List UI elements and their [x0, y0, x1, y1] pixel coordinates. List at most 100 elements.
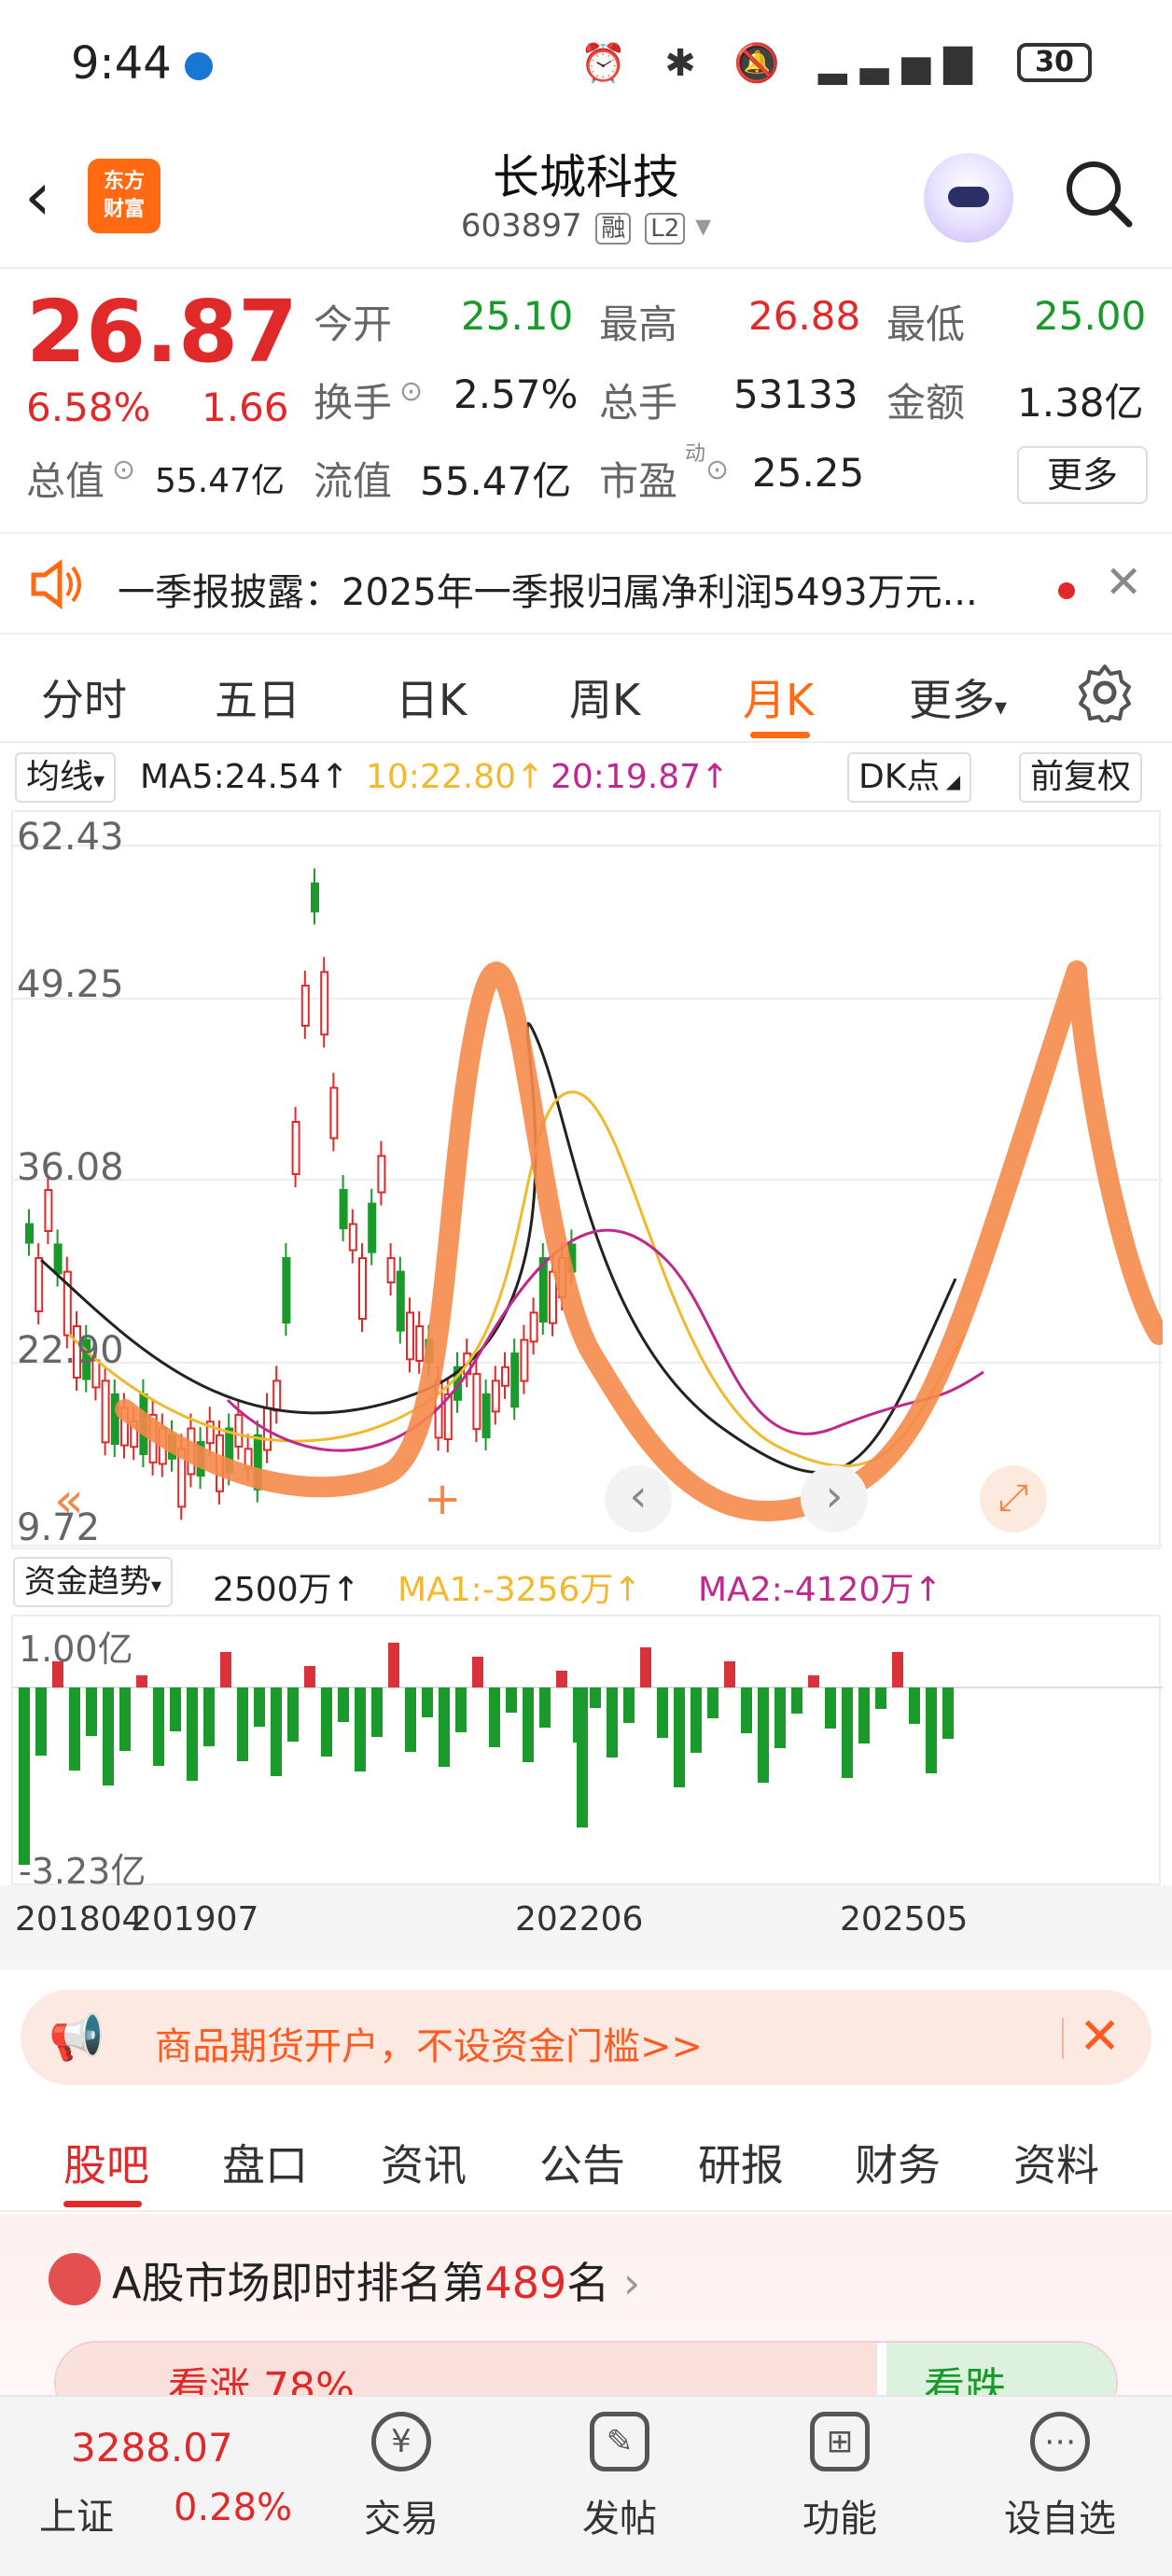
candle: [329, 1086, 339, 1140]
fund-bar: [19, 1687, 30, 1865]
fund-bar: [119, 1687, 131, 1751]
candle: [348, 1223, 357, 1252]
candle: [481, 1393, 491, 1438]
tab-more[interactable]: 更多▾: [909, 666, 1007, 728]
candle: [282, 1257, 291, 1323]
last-price: 26.87: [26, 282, 299, 382]
candlestick-chart[interactable]: 62.43 49.25 36.08 22.90 9.72 « + ‹ › ⤢: [11, 810, 1169, 1549]
info-icon[interactable]: ⊙: [112, 454, 135, 486]
market-rank-card[interactable]: A股市场即时排名第489名 › 看涨 78% 看跌: [0, 2214, 1172, 2425]
nav-watchlist[interactable]: ⋯ 设自选: [985, 2412, 1135, 2542]
notice-bar[interactable]: 一季报披露：2025年一季报归属净利润5493万元... ✕: [0, 532, 1172, 635]
info-icon[interactable]: ⊙: [705, 454, 729, 486]
fund-bar: [203, 1687, 215, 1746]
pe-value: 25.25: [752, 450, 865, 496]
index-percent[interactable]: 0.28%: [174, 2486, 292, 2529]
close-icon[interactable]: ✕: [1079, 2007, 1121, 2065]
candle: [386, 1257, 396, 1283]
fund-bar: [472, 1657, 483, 1687]
pe-label: 市盈: [599, 458, 678, 504]
grid-icon: ⊞: [810, 2412, 870, 2471]
ma10-value: 10:22.80↑: [366, 758, 545, 796]
bottom-nav: 3288.07 上证 0.28% ¥ 交易 ✎ 发帖 ⊞ 功能 ⋯ 设自选: [0, 2395, 1172, 2576]
tab-news[interactable]: 资讯: [381, 2132, 467, 2193]
float-value: 55.47亿: [420, 458, 572, 504]
robot-assistant-icon[interactable]: [924, 153, 1013, 243]
candle: [472, 1373, 481, 1431]
fund-bar: [926, 1687, 937, 1773]
gear-icon[interactable]: [1075, 663, 1135, 722]
tab-weekly-k[interactable]: 周K: [569, 666, 640, 728]
tab-intraday[interactable]: 分时: [41, 666, 127, 728]
fund-bar: [577, 1687, 588, 1827]
fund-bar: [422, 1687, 433, 1717]
next-icon[interactable]: ›: [801, 1465, 868, 1533]
crosshair-icon[interactable]: +: [424, 1473, 461, 1525]
dk-point-select[interactable]: DK点 ◢: [847, 752, 972, 803]
tab-research[interactable]: 研报: [698, 2132, 784, 2193]
amount-value: 1.38亿: [1017, 380, 1144, 426]
tab-profile[interactable]: 资料: [1013, 2132, 1099, 2193]
candle: [358, 1257, 367, 1320]
float-label: 流值: [314, 458, 393, 504]
mcap-label: 总值: [26, 458, 105, 504]
indicator-select[interactable]: 均线▾: [15, 752, 117, 803]
nav-trade[interactable]: ¥ 交易: [327, 2412, 476, 2542]
status-icons: ⏰ ✱ 🔕 ▂▃▅▇: [579, 42, 985, 85]
prev-icon[interactable]: ‹: [605, 1465, 672, 1533]
scroll-left-icon[interactable]: «: [54, 1473, 84, 1529]
fund-bar: [640, 1647, 651, 1687]
tab-finance[interactable]: 财务: [855, 2132, 941, 2193]
turnover-value: 2.57%: [453, 371, 579, 417]
fund-bar: [791, 1687, 802, 1714]
ma10-line: [67, 1090, 967, 1467]
candle: [234, 1413, 244, 1448]
fund-bar: [187, 1687, 198, 1781]
rank-icon: [49, 2253, 101, 2305]
fund-bar: [539, 1687, 551, 1728]
candle: [501, 1365, 509, 1387]
candle: [377, 1155, 386, 1194]
chart-toolbar: 均线▾ MA5:24.54↑ 10:22.80↑ 20:19.87↑ DK点 ◢…: [0, 747, 1172, 812]
active-tab-indicator: [63, 2201, 142, 2207]
tab-monthly-k[interactable]: 月K: [743, 666, 814, 728]
candle: [406, 1311, 414, 1361]
tab-orderbook[interactable]: 盘口: [222, 2132, 308, 2193]
fullscreen-icon[interactable]: ⤢: [980, 1465, 1047, 1533]
app-indicator-icon: [185, 52, 213, 80]
candle: [510, 1352, 520, 1408]
fund-bar: [455, 1687, 467, 1732]
nav-functions[interactable]: ⊞ 功能: [765, 2412, 914, 2542]
ma20-value: 20:19.87↑: [551, 758, 730, 796]
candle: [368, 1202, 377, 1253]
high-label: 最高: [599, 301, 678, 347]
tab-guba[interactable]: 股吧: [63, 2132, 149, 2193]
rank-text: A股市场即时排名第489名 ›: [112, 2258, 641, 2308]
low-label: 最低: [886, 301, 966, 347]
fund-bar: [842, 1687, 853, 1778]
tab-announcement[interactable]: 公告: [539, 2132, 625, 2193]
tab-daily-k[interactable]: 日K: [396, 666, 467, 728]
price-adjust-select[interactable]: 前复权: [1019, 752, 1143, 803]
more-button[interactable]: 更多: [1017, 446, 1148, 504]
megaphone-icon: 📢: [49, 2011, 105, 2064]
index-name[interactable]: 上证: [39, 2486, 114, 2541]
close-icon[interactable]: ✕: [1105, 556, 1142, 609]
nav-post[interactable]: ✎ 发帖: [545, 2412, 694, 2542]
fund-ma2: MA2:-4120万↑: [698, 1571, 942, 1609]
candle: [44, 1189, 53, 1232]
index-value[interactable]: 3288.07: [71, 2425, 233, 2471]
fund-bar: [657, 1687, 668, 1738]
fund-bar: [556, 1671, 567, 1687]
info-icon[interactable]: ⊙: [399, 375, 423, 408]
promo-banner[interactable]: 📢 商品期货开户，不设资金门槛>> ✕: [21, 1990, 1151, 2085]
tab-5day[interactable]: 五日: [215, 666, 300, 728]
promo-text: 商品期货开户，不设资金门槛>>: [155, 2025, 704, 2068]
fund-indicator-select[interactable]: 资金趋势▾: [13, 1557, 174, 1607]
ma5-value: MA5:24.54↑: [140, 758, 349, 796]
fund-bar: [439, 1687, 450, 1767]
candle: [25, 1223, 34, 1244]
search-icon[interactable]: [1064, 159, 1133, 228]
fund-bar: [136, 1675, 147, 1687]
fund-flow-chart[interactable]: 1.00亿 -3.23亿: [11, 1615, 1163, 1892]
